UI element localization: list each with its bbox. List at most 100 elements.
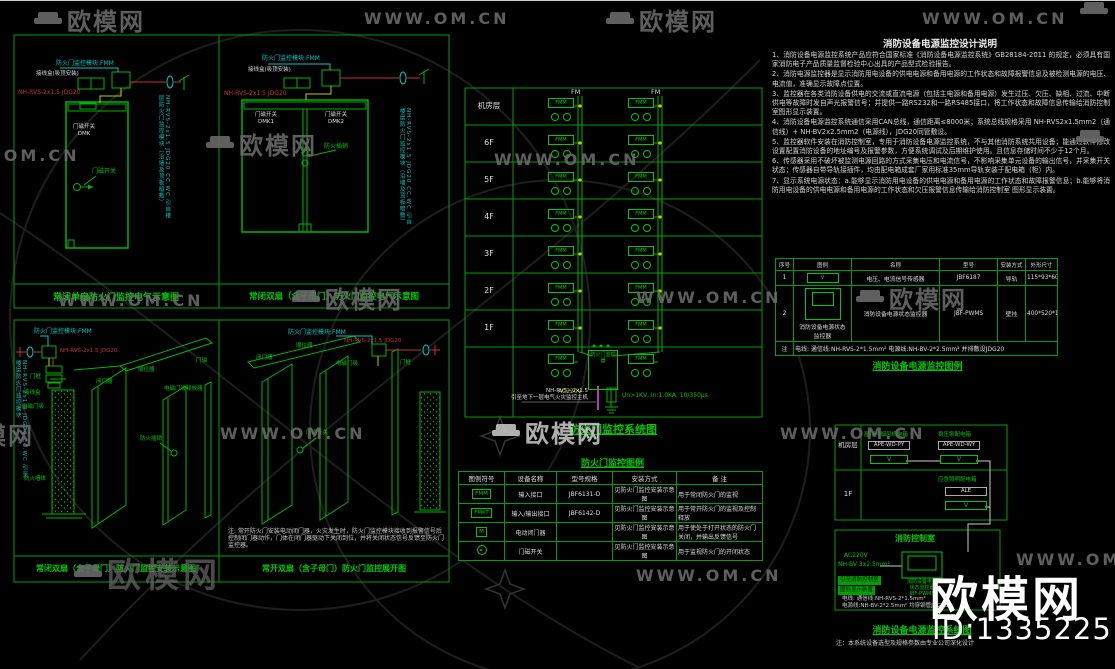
cr-link-label: 引至消防控制室 图形显示装置 bbox=[838, 576, 881, 596]
note-item: 2、消防电源监控器是显示消防用电设备的供电电源和备用电源的工作状态和故障报警信息… bbox=[772, 70, 1110, 88]
br-note: 注: 常开防火门安装电动闭门器，火灾发生时，防火门监控模块接收到报警信号后控制闭… bbox=[228, 528, 445, 550]
br-frame-label: 门框 bbox=[400, 360, 412, 366]
closer-symbol: M bbox=[476, 527, 487, 537]
fm-box: FMM bbox=[548, 283, 574, 293]
pl-header: 图例 bbox=[793, 258, 852, 271]
bl-bolt-label: 防火插销 bbox=[140, 436, 163, 442]
watermark-text: 欧模网 bbox=[889, 286, 967, 314]
fmm-symbol: FMM bbox=[472, 489, 491, 499]
watermark: 欧模网 bbox=[0, 416, 34, 451]
fire-door-monitor: 防火门监控器 bbox=[588, 350, 618, 390]
dl-cell: 见防火门监控安装示意图 bbox=[612, 522, 677, 542]
fm-box: FMM bbox=[548, 135, 574, 145]
dl-cell: JBF6131-D bbox=[556, 484, 613, 504]
fm-box: FMM bbox=[628, 209, 654, 219]
tl-doorswitch-label: 门磁开关 DMK bbox=[68, 124, 100, 137]
ps-roof-floor: 机房层 bbox=[838, 441, 858, 449]
dl-cell: 用于常闭防火门的监视 bbox=[676, 484, 763, 504]
bl-axis-label: 门轴 bbox=[196, 358, 208, 364]
watermark-text: 欧模网 bbox=[239, 132, 317, 160]
fm-box: FMM bbox=[548, 246, 574, 256]
floor-label-2f: 2F bbox=[484, 286, 494, 295]
pl-header: 序号 bbox=[775, 258, 794, 271]
dl-cell bbox=[556, 541, 613, 561]
floor-label-1f: 1F bbox=[484, 323, 494, 332]
floor-label-4f: 4F bbox=[484, 212, 494, 221]
bl-junction-label: 接线盒 bbox=[24, 390, 41, 396]
sofa-icon bbox=[292, 290, 320, 305]
watermark-text: 欧模网 bbox=[525, 420, 603, 448]
watermark: 欧模网 bbox=[606, 2, 717, 37]
voltage-sensor-symbol: V bbox=[806, 273, 839, 283]
sofa-icon bbox=[74, 565, 102, 580]
watermark-url: WWW.OM.CN bbox=[364, 9, 510, 28]
dl-header: 图例符号 bbox=[458, 471, 505, 485]
fmkt-symbol: FMKT bbox=[471, 508, 492, 518]
br-magnet-label: 电磁门吸 bbox=[336, 361, 359, 367]
watermark: 欧模网 bbox=[206, 126, 317, 161]
dl-cell: JBF6142-D bbox=[556, 503, 613, 523]
sofa-icon bbox=[606, 12, 634, 27]
image-id: ID:1335225 bbox=[932, 612, 1112, 646]
bl-sequencer-label: 顺位器 bbox=[138, 367, 155, 373]
bl-release-label: 电磁门吸释放器 bbox=[164, 386, 203, 392]
pl-footer: 电线: 通信线:NH-RVS-2*1.5mm² 电源线:NH-BV-2*2.5m… bbox=[793, 341, 1058, 356]
sofa-icon bbox=[856, 290, 884, 305]
bl-module-label: 防火门监控模块:FMM bbox=[34, 328, 92, 335]
watermark-url: WWW.OM.CN bbox=[636, 566, 782, 585]
cr-link-line2: 图形显示装置 bbox=[838, 586, 876, 595]
dl-cell: 门磁开关 bbox=[504, 541, 557, 561]
fm-module: FMM bbox=[628, 172, 654, 195]
cr-link-line1: 引至消防控制室 bbox=[838, 576, 881, 585]
watermark bbox=[1076, 130, 1104, 145]
fm-box: FMM bbox=[628, 320, 654, 330]
note-item: 1、消防设备电源监控系统产品应符合国家标准《消防设备电源监控系统》GB28184… bbox=[772, 51, 1110, 69]
fm-module: FMM bbox=[548, 246, 574, 269]
note-item: 5、监控器软件安装在消防控制室，专用于消防设备电源监控系统，不与其他消防系统共用… bbox=[772, 137, 1110, 156]
feeder-note-line2: 引至地下一层电气火灾监控主机 bbox=[510, 394, 588, 401]
ps-first-floor: 1F bbox=[843, 490, 853, 498]
sofa-icon bbox=[1076, 130, 1104, 145]
tl-riser-note: NH-RVS-2x1.5 JDG20 CC.WC 引自楼层防火门监控模块（沿墙及… bbox=[157, 95, 171, 220]
dl-cell: 用于使处于打开状态的防火门关闭，并输出反馈信号 bbox=[676, 522, 763, 542]
br-wire-label: NH-RVS-2x1.5 JDG20 bbox=[344, 338, 402, 344]
floor-label-3f: 3F bbox=[484, 249, 494, 258]
note-item: 6、传感器采用不破坏被监测电源回路的方式采集电压和电流信号，不影响采集单元设备的… bbox=[772, 157, 1110, 175]
ps-group2-label: 稳压泵配电箱 bbox=[938, 432, 972, 438]
sofa-icon bbox=[206, 136, 234, 151]
ps-sensor-3: V bbox=[945, 501, 987, 511]
fm-module: FMM bbox=[548, 320, 574, 343]
watermark: 欧模网 bbox=[856, 280, 967, 315]
fm-box: FMM bbox=[548, 320, 574, 330]
ps-first-label: 应急照明配电箱 bbox=[938, 477, 977, 483]
watermark: 欧模网 bbox=[74, 548, 221, 597]
watermark-text: 欧模网 bbox=[639, 8, 717, 36]
fm-module: FMM bbox=[628, 246, 654, 269]
tl-doorswitch-code: DMK bbox=[77, 130, 91, 137]
table-row: FMKT 输入/输出接口 JBF6142-D 见防火门监控安装示意图 用于常开防… bbox=[458, 503, 763, 523]
power-monitor-symbol: 消防设备电源状态监控器 bbox=[793, 285, 852, 342]
spd-label: Un>1KV, In:1.0KA, 10/350μs bbox=[622, 392, 708, 399]
fm-module: FMM bbox=[548, 283, 574, 306]
sofa-icon bbox=[34, 12, 62, 27]
dl-cell: 用于常开防火门的监视及控制释放 bbox=[676, 503, 763, 523]
pl-cell: 壁挂 bbox=[997, 285, 1026, 342]
watermark-url: WWW.OM.CN bbox=[220, 424, 366, 443]
ps-sensor-1: V bbox=[870, 455, 908, 465]
br-caption: 常开双扇（含子母门）防火门监控展开图 bbox=[262, 564, 406, 573]
table-row: 注 电线: 通信线:NH-RVS-2*1.5mm² 电源线:NH-BV-2*2.… bbox=[775, 341, 1058, 356]
fm-box: FMM bbox=[548, 172, 574, 182]
watermark-text: 欧模网 bbox=[67, 8, 145, 36]
fm-box: FMM bbox=[548, 354, 574, 364]
bus-label-2: FM bbox=[651, 88, 661, 96]
pl-header: 型号 bbox=[939, 258, 998, 271]
tr-leaf1-code: DMK1 bbox=[257, 118, 275, 125]
note-item: 3、监控器在各类消防设备供电的交流或直流电源（包括主电源和备用电源）发生过压、欠… bbox=[772, 89, 1110, 117]
pl-cell: 115*93*60 bbox=[1025, 270, 1058, 286]
dl-cell: 见防火门监控安装示意图 bbox=[612, 541, 677, 561]
fm-box: FMM bbox=[628, 172, 654, 182]
dl-cell: 见防火门监控安装示意图 bbox=[612, 503, 677, 523]
fm-module: FMM bbox=[548, 209, 574, 232]
floor-label-5f: 5F bbox=[484, 175, 494, 184]
note-item: 7、显示系统电源状态：a.能够显示消防用电设备的供电电源和备用电源的工作状态和故… bbox=[772, 176, 1110, 194]
